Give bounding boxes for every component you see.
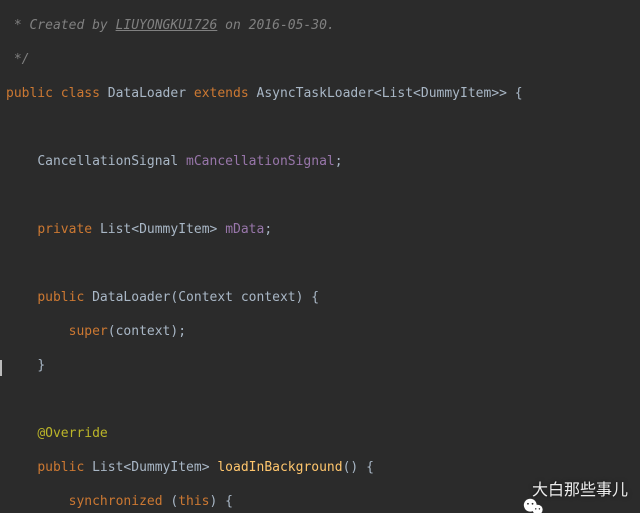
code-line (4, 255, 640, 272)
code-line (4, 119, 640, 136)
comment-date: on 2016-05-30. (217, 18, 334, 33)
code-line (4, 187, 640, 204)
code-line: @Override (4, 425, 640, 442)
code-line: public DataLoader(Context context) { (4, 289, 640, 306)
code-line: * Created by LIUYONGKU1726 on 2016-05-30… (4, 17, 640, 34)
code-line: super(context); (4, 323, 640, 340)
code-line: } (4, 357, 640, 374)
code-line (4, 391, 640, 408)
code-editor[interactable]: * Created by LIUYONGKU1726 on 2016-05-30… (0, 0, 640, 513)
code-line: synchronized (this) { (4, 493, 640, 510)
code-line: public List<DummyItem> loadInBackground(… (4, 459, 640, 476)
comment-author: LIUYONGKU1726 (116, 18, 218, 33)
code-line: CancellationSignal mCancellationSignal; (4, 153, 640, 170)
text-cursor (0, 360, 2, 376)
code-line: public class DataLoader extends AsyncTas… (4, 85, 640, 102)
comment-text: * Created by (6, 18, 116, 33)
code-line: private List<DummyItem> mData; (4, 221, 640, 238)
comment-close: */ (6, 52, 29, 67)
code-line: */ (4, 51, 640, 68)
